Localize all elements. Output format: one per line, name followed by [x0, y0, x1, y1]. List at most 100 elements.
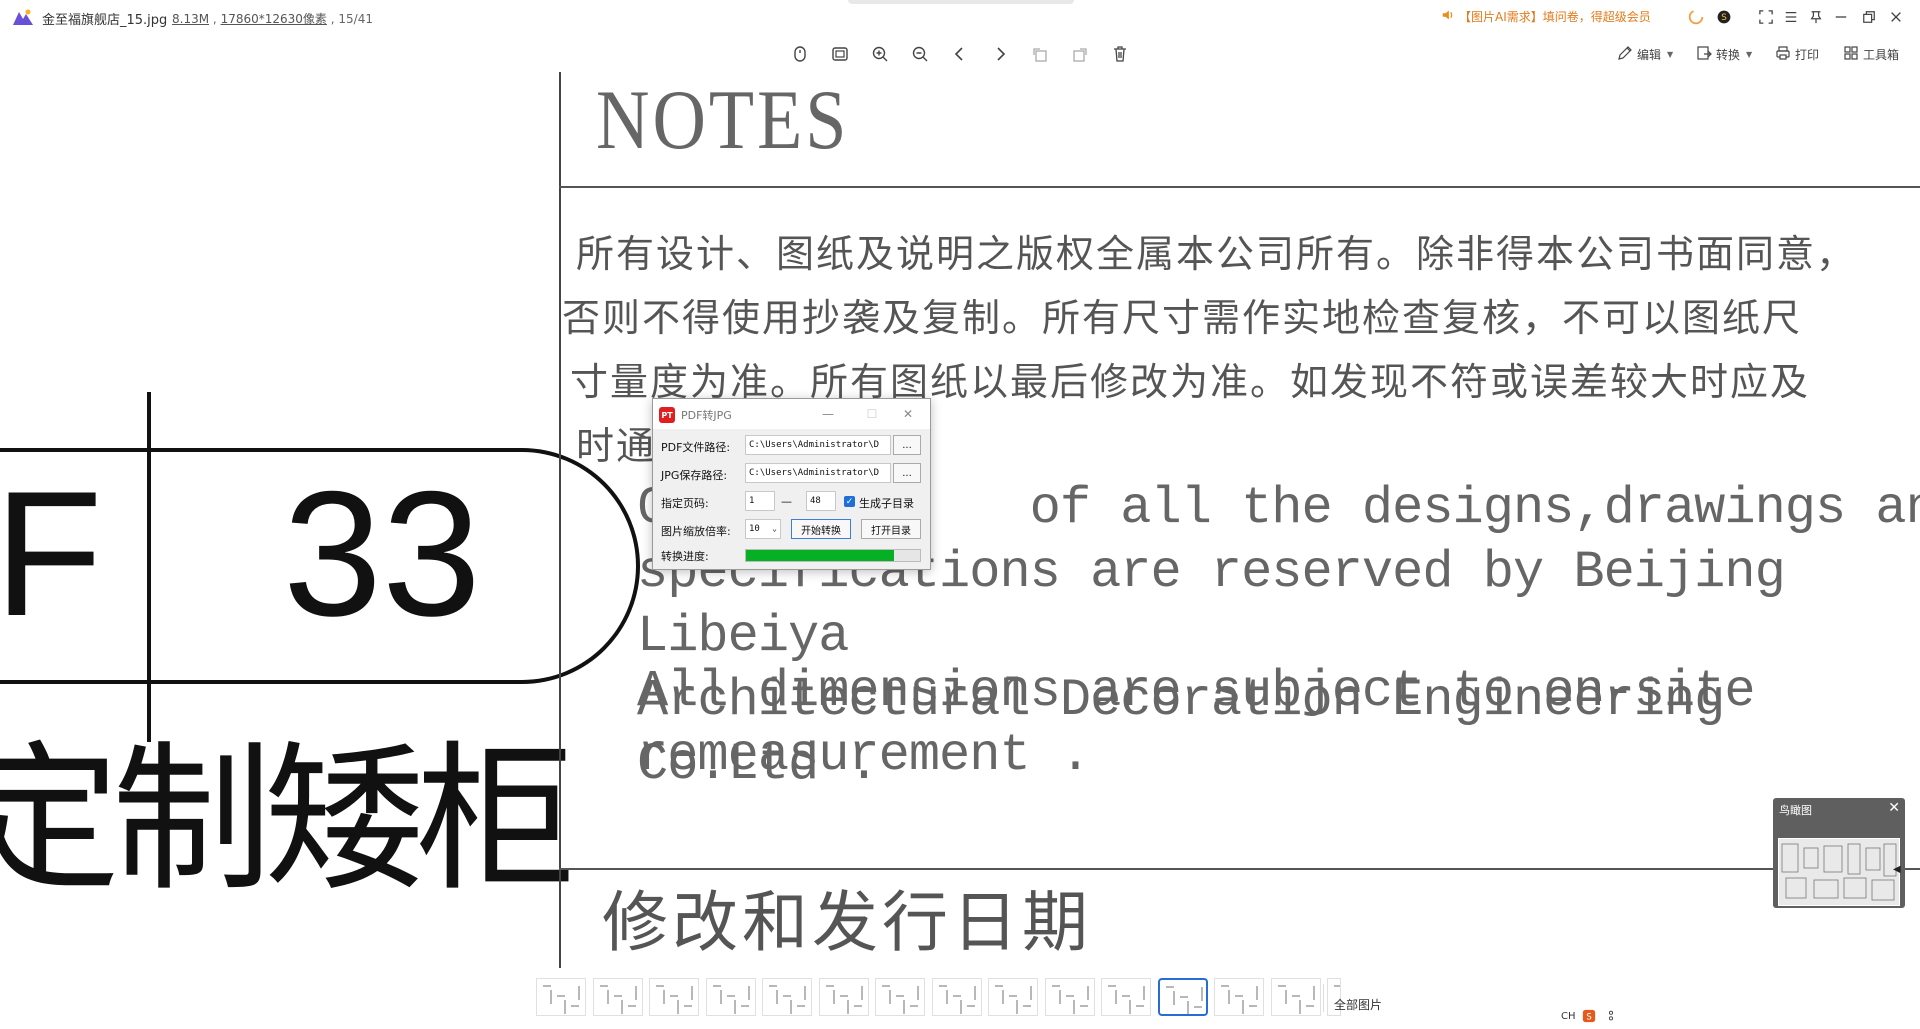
thumbnail-mark — [1179, 996, 1188, 998]
jpg-path-input[interactable]: C:\Users\Administrator\D — [745, 463, 891, 483]
convert-menu[interactable]: 转换 ▼ — [1696, 44, 1752, 64]
tray-app-icon[interactable]: S — [1582, 1009, 1596, 1026]
svg-text:S: S — [1586, 1013, 1592, 1023]
drawing-border-line — [559, 72, 561, 968]
thumbnail-mark — [783, 995, 791, 997]
edit-menu[interactable]: 编辑 ▼ — [1617, 44, 1673, 64]
delete-icon[interactable] — [1109, 43, 1131, 65]
jpg-browse-button[interactable]: ... — [893, 463, 921, 483]
drawing-title: 定制矮柜 — [0, 726, 576, 913]
rotate-right-icon[interactable] — [1069, 43, 1091, 65]
thumbnail[interactable] — [705, 978, 756, 1016]
open-folder-button[interactable]: 打开目录 — [861, 519, 921, 539]
thumbnail-mark — [1129, 1000, 1131, 1014]
thumbnail-mark — [1086, 986, 1089, 1000]
thumbnail-mark — [606, 990, 609, 1004]
restore-icon[interactable] — [1859, 7, 1879, 27]
thumbnail-mark — [1030, 986, 1032, 1000]
thumbnail-mark — [1228, 990, 1230, 1004]
thumbnail-mark — [832, 990, 835, 1004]
thumbnail[interactable] — [592, 978, 643, 1016]
thumbnail[interactable] — [1157, 978, 1208, 1016]
rotate-left-icon[interactable] — [1029, 43, 1051, 65]
thumbnail[interactable] — [1214, 978, 1264, 1016]
pdf-to-jpg-dialog: PT PDF转JPG — ☐ ✕ PDF文件路径: C:\Users\Admin… — [652, 398, 931, 570]
next-image-icon[interactable] — [989, 43, 1011, 65]
thumbnail-mark — [578, 986, 580, 1000]
thumbnail[interactable] — [931, 978, 982, 1016]
thumbnail-mark — [1165, 986, 1174, 988]
image-resolution[interactable]: 17860*12630像素 — [221, 12, 327, 26]
page-to-input[interactable]: 48 — [806, 491, 836, 511]
thumbnail[interactable] — [536, 978, 586, 1016]
close-icon[interactable] — [1886, 7, 1906, 27]
image-canvas[interactable]: F 33 定制矮柜 NOTES 所有设计、图纸及说明之版权全属本公司所有。除非得… — [0, 72, 1920, 968]
thumbnail-mark — [712, 985, 721, 987]
thumbnail-mark — [839, 995, 848, 997]
minimize-icon[interactable] — [1831, 7, 1851, 27]
thumbnail[interactable] — [988, 978, 1038, 1016]
zoom-in-icon[interactable] — [869, 43, 891, 65]
toolbox-label: 工具箱 — [1863, 47, 1900, 62]
thumbnail-mark — [684, 1005, 692, 1007]
thumbnail-mark — [1016, 1000, 1018, 1014]
promo-banner[interactable]: 【图片AI需求】填问卷，得超级会员 — [1441, 8, 1651, 25]
thumbnail-mark — [1298, 1000, 1301, 1014]
minimap-panel[interactable]: 鸟瞰图 ✕ — [1773, 798, 1905, 908]
prev-image-icon[interactable] — [949, 43, 971, 65]
thumbnail[interactable] — [649, 978, 699, 1016]
thumbnail-mark — [670, 995, 678, 997]
window-drag-handle[interactable] — [848, 0, 1074, 4]
thumbnail-mark — [1072, 1000, 1075, 1014]
thumbnail-mark — [896, 995, 904, 997]
close-icon[interactable]: ✕ — [1888, 800, 1900, 816]
thumbnail[interactable] — [762, 978, 812, 1016]
thumbnail-mark — [726, 995, 735, 997]
minimap-title: 鸟瞰图 — [1779, 804, 1812, 817]
thumbnail-mark — [966, 1005, 975, 1007]
fullscreen-icon[interactable] — [1756, 7, 1776, 27]
thumbnail-mark — [860, 986, 863, 1000]
tray-dots-icon[interactable] — [1607, 1009, 1615, 1026]
menu-icon[interactable] — [1781, 7, 1801, 27]
subdir-checkbox[interactable]: ✓ — [844, 496, 855, 507]
fit-window-icon[interactable] — [829, 43, 851, 65]
pdf-browse-button[interactable]: ... — [893, 435, 921, 455]
thumbnail[interactable] — [1101, 978, 1151, 1016]
thumbnail-mark — [804, 986, 806, 1000]
vip-badge-icon[interactable]: S — [1714, 7, 1734, 27]
thumbnail[interactable] — [1270, 978, 1321, 1016]
thumbnail-mark — [550, 990, 552, 1004]
thumbnail[interactable] — [1044, 978, 1095, 1016]
thumbnail-mark — [952, 995, 961, 997]
thumbnail-mark — [889, 990, 891, 1004]
zoom-out-icon[interactable] — [909, 43, 931, 65]
thumbnail-mark — [938, 985, 947, 987]
all-images-button[interactable]: 全部图片 — [1334, 996, 1382, 1013]
toolbar: 编辑 ▼ 转换 ▼ 打印 工具箱 — [0, 34, 1920, 72]
thumbnail-mark — [1079, 1005, 1088, 1007]
start-convert-button[interactable]: 开始转换 — [791, 519, 851, 539]
thumbnail-mark — [1200, 987, 1203, 1001]
scale-select[interactable]: 10 ⌄ — [745, 519, 781, 539]
thumbnail[interactable] — [875, 978, 925, 1016]
maximize-icon[interactable]: ☐ — [861, 405, 883, 423]
ime-indicator[interactable]: CH — [1561, 1011, 1576, 1022]
thumbnail-mark — [995, 985, 1003, 987]
toolbox-button[interactable]: 工具箱 — [1843, 44, 1899, 64]
pan-icon[interactable] — [789, 43, 811, 65]
close-icon[interactable]: ✕ — [897, 405, 919, 423]
dialog-title-bar[interactable]: PT PDF转JPG — ☐ ✕ — [653, 399, 930, 429]
thumbnail-mark — [910, 1005, 918, 1007]
file-size[interactable]: 8.13M — [172, 12, 209, 26]
thumbnail[interactable] — [818, 978, 869, 1016]
page-from-input[interactable]: 1 — [745, 491, 775, 511]
pdf-path-input[interactable]: C:\Users\Administrator\D — [745, 435, 891, 455]
minimap-viewport[interactable] — [1778, 838, 1900, 906]
minimize-icon[interactable]: — — [817, 405, 839, 423]
jpg-path-label: JPG保存路径: — [661, 469, 728, 482]
thumbnail-mark — [740, 1005, 749, 1007]
print-button[interactable]: 打印 — [1775, 44, 1819, 64]
pin-icon[interactable] — [1806, 7, 1826, 27]
drawing-border-line — [559, 868, 1920, 870]
